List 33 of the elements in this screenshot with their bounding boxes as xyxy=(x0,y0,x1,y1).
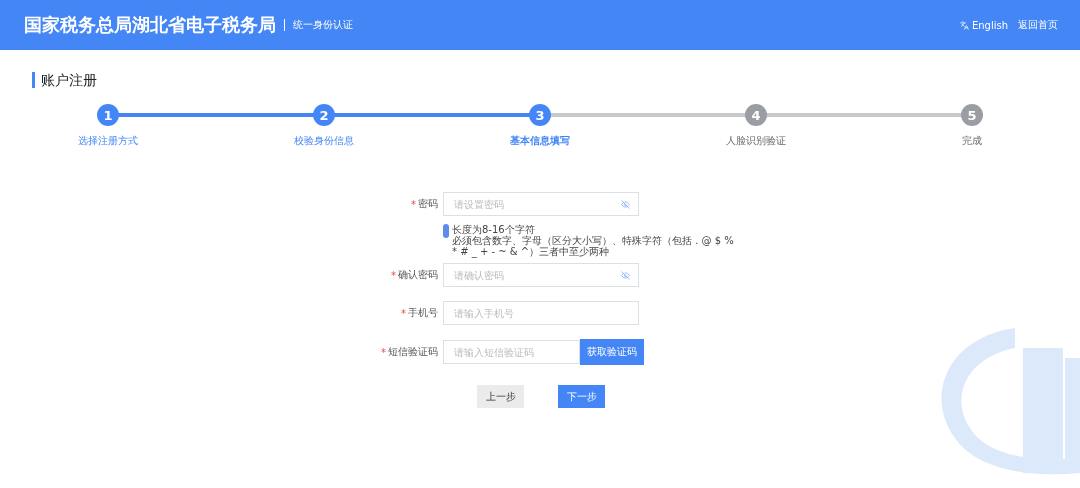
language-link[interactable]: English xyxy=(959,19,1008,31)
eye-off-icon[interactable] xyxy=(621,199,630,209)
step-label: 人脸识别验证 xyxy=(726,134,786,148)
required-mark: * xyxy=(411,198,416,210)
password-field[interactable]: 请确认密码 xyxy=(443,263,639,287)
step-circle: 5 xyxy=(961,104,983,126)
get-code-button[interactable]: 获取验证码 xyxy=(580,339,644,365)
field-label: 手机号 xyxy=(408,306,438,320)
step-label: 完成 xyxy=(962,134,982,148)
back-button[interactable]: 上一步 xyxy=(477,385,524,408)
site-subtitle: 统一身份认证 xyxy=(293,18,353,32)
step-circle: 1 xyxy=(97,104,119,126)
step-circle: 2 xyxy=(313,104,335,126)
step-label: 选择注册方式 xyxy=(78,134,138,148)
required-mark: * xyxy=(401,307,406,319)
site-title: 国家税务总局湖北省电子税务局 xyxy=(24,13,276,37)
sms-code-field[interactable]: 请输入短信验证码 xyxy=(443,340,580,364)
text-field[interactable]: 请输入手机号 xyxy=(443,301,639,325)
page-title: 账户注册 xyxy=(32,72,1080,88)
next-button[interactable]: 下一步 xyxy=(558,385,605,408)
step-circle: 4 xyxy=(745,104,767,126)
field-label: 确认密码 xyxy=(398,268,438,282)
step-circle: 3 xyxy=(529,104,551,126)
field-label: 短信验证码 xyxy=(388,345,438,359)
translate-icon xyxy=(959,20,969,30)
home-link[interactable]: 返回首页 xyxy=(1018,18,1058,32)
field-label: 密码 xyxy=(418,197,438,211)
required-mark: * xyxy=(381,346,386,358)
step-label: 基本信息填写 xyxy=(510,134,570,148)
required-mark: * xyxy=(391,269,396,281)
eye-off-icon[interactable] xyxy=(621,270,630,280)
step-label: 校验身份信息 xyxy=(294,134,354,148)
password-hint: 长度为8-16个字符 必须包含数字、字母（区分大小写）、特殊字符（包括 . @ $ % * # _ + - ~ & ^）三者中至少两种 xyxy=(452,224,734,257)
